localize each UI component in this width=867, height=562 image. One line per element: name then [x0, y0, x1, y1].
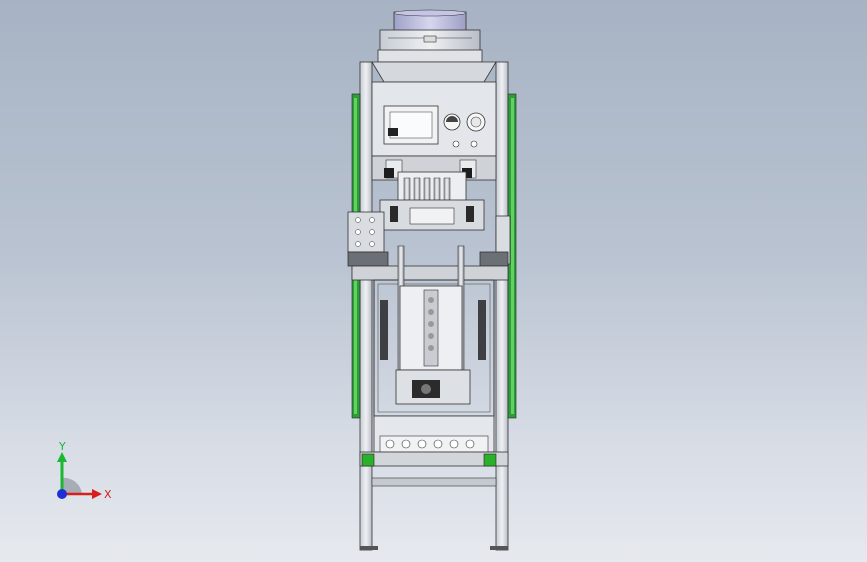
top-hopper: [377, 9, 483, 63]
x-axis-label: X: [104, 488, 112, 501]
axis-triad: Y X: [57, 440, 112, 501]
x-axis-arrow: [92, 489, 102, 499]
base-tray: [359, 415, 509, 550]
dispensing-head: [371, 155, 497, 231]
z-axis-dot: [57, 489, 67, 499]
graphics-viewport[interactable]: Y X: [0, 0, 867, 562]
machine-model[interactable]: [0, 0, 867, 562]
y-axis-label: Y: [58, 440, 66, 453]
y-axis-arrow: [57, 452, 67, 462]
control-box: [371, 61, 497, 157]
